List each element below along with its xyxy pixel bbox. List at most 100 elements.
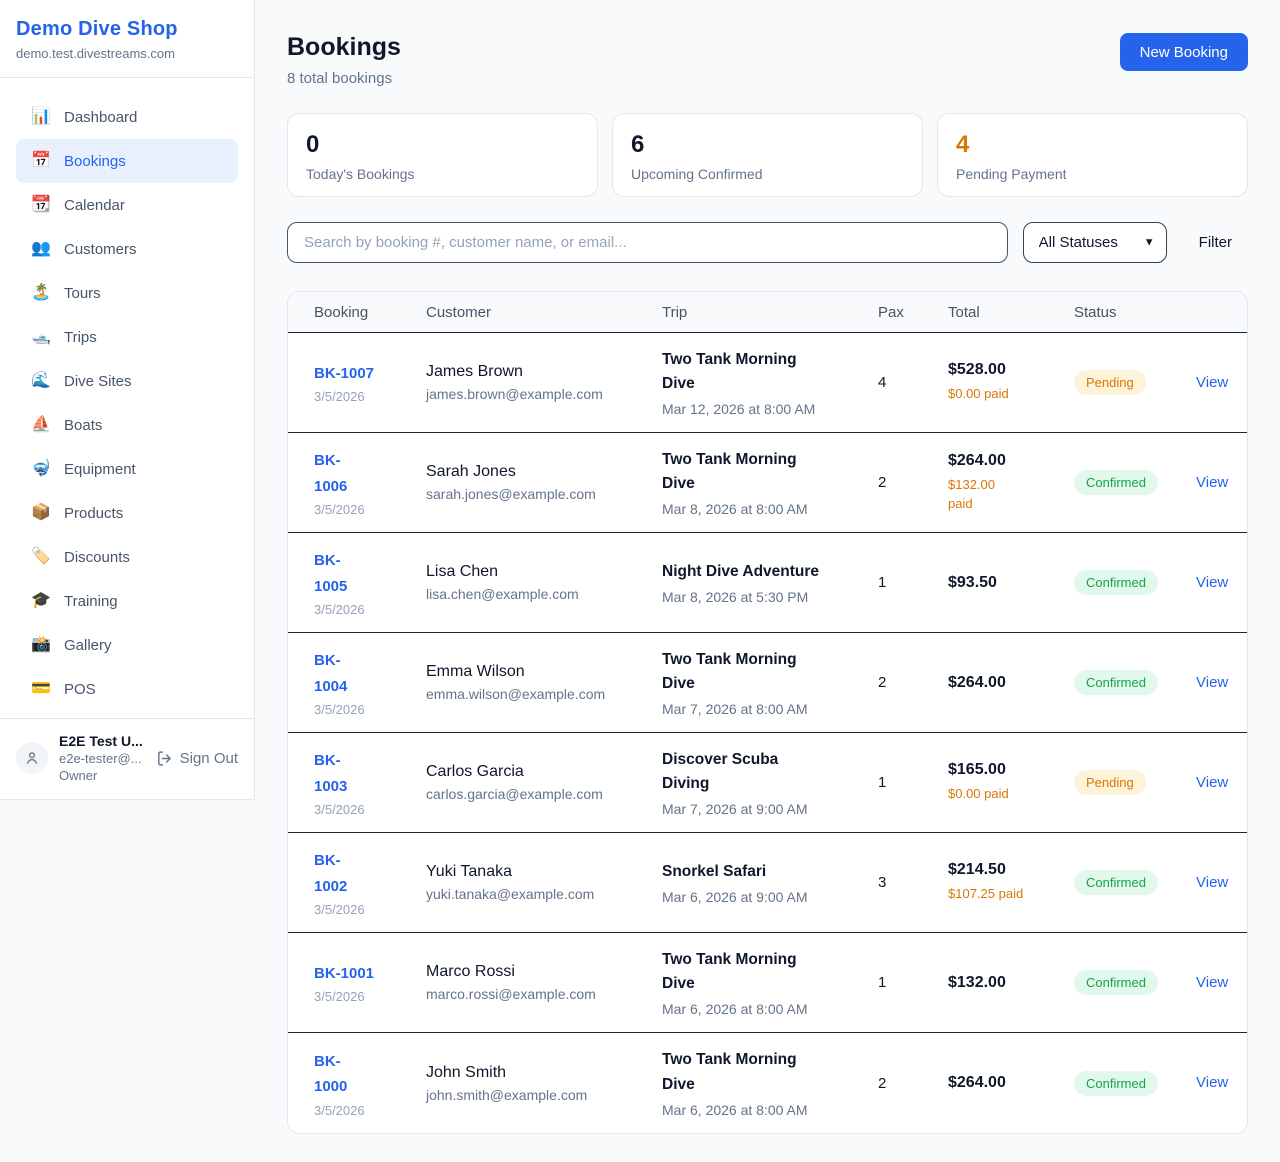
customer-name: Sarah Jones bbox=[426, 463, 662, 481]
table-row: BK- 1005 3/5/2026 Lisa Chen lisa.chen@ex… bbox=[288, 533, 1247, 633]
booking-id-link[interactable]: BK- 1003 bbox=[314, 748, 426, 799]
trip-name: Discover Scuba Diving bbox=[662, 748, 878, 796]
table-row: BK-1007 3/5/2026 James Brown james.brown… bbox=[288, 333, 1247, 433]
credit-card-icon: 💳 bbox=[31, 681, 51, 697]
sidebar-item-label: Products bbox=[64, 505, 123, 522]
booking-id-link[interactable]: BK- 1004 bbox=[314, 648, 426, 699]
sidebar-item-tours[interactable]: 🏝️ Tours bbox=[16, 271, 238, 315]
sidebar-item-calendar[interactable]: 📆 Calendar bbox=[16, 183, 238, 227]
total-amount: $264.00 bbox=[948, 1074, 1074, 1092]
sidebar-item-customers[interactable]: 👥 Customers bbox=[16, 227, 238, 271]
tag-icon: 🏷️ bbox=[31, 549, 51, 565]
sign-out-label: Sign Out bbox=[180, 750, 238, 767]
booking-date: 3/5/2026 bbox=[314, 702, 426, 717]
customer-email: emma.wilson@example.com bbox=[426, 686, 662, 702]
graduation-cap-icon: 🎓 bbox=[31, 593, 51, 609]
booking-date: 3/5/2026 bbox=[314, 502, 426, 517]
booking-date: 3/5/2026 bbox=[314, 989, 426, 1004]
stat-label: Today's Bookings bbox=[306, 166, 579, 182]
booking-id-link[interactable]: BK- 1005 bbox=[314, 548, 426, 599]
booking-date: 3/5/2026 bbox=[314, 389, 426, 404]
status-badge: Confirmed bbox=[1074, 470, 1158, 495]
table-row: BK- 1002 3/5/2026 Yuki Tanaka yuki.tanak… bbox=[288, 833, 1247, 933]
customer-email: yuki.tanaka@example.com bbox=[426, 886, 662, 902]
booking-date: 3/5/2026 bbox=[314, 602, 426, 617]
search-input[interactable] bbox=[287, 222, 1008, 263]
pax-count: 1 bbox=[878, 974, 948, 991]
status-badge: Confirmed bbox=[1074, 870, 1158, 895]
booking-id-link[interactable]: BK- 1000 bbox=[314, 1049, 426, 1100]
trip-datetime: Mar 8, 2026 at 5:30 PM bbox=[662, 589, 878, 605]
sidebar-item-equipment[interactable]: 🤿 Equipment bbox=[16, 447, 238, 491]
trip-name: Snorkel Safari bbox=[662, 860, 878, 884]
pax-count: 2 bbox=[878, 474, 948, 491]
sidebar-header: Demo Dive Shop demo.test.divestreams.com bbox=[0, 0, 254, 78]
total-amount: $528.00 bbox=[948, 361, 1074, 379]
user-email: e2e-tester@... bbox=[59, 751, 143, 766]
sidebar-item-label: Dive Sites bbox=[64, 373, 132, 390]
view-link[interactable]: View bbox=[1196, 674, 1228, 691]
total-amount: $214.50 bbox=[948, 861, 1074, 879]
total-amount: $264.00 bbox=[948, 674, 1074, 692]
stat-card-today-s-bookings: 0 Today's Bookings bbox=[287, 113, 598, 197]
paid-amount: $107.25 paid bbox=[948, 884, 1074, 904]
sidebar-item-discounts[interactable]: 🏷️ Discounts bbox=[16, 535, 238, 579]
sidebar-item-dive-sites[interactable]: 🌊 Dive Sites bbox=[16, 359, 238, 403]
table-row: BK- 1006 3/5/2026 Sarah Jones sarah.jone… bbox=[288, 433, 1247, 533]
avatar bbox=[16, 742, 48, 774]
sidebar-item-label: Trips bbox=[64, 329, 97, 346]
sidebar-item-gallery[interactable]: 📸 Gallery bbox=[16, 623, 238, 667]
pax-count: 3 bbox=[878, 874, 948, 891]
package-icon: 📦 bbox=[31, 505, 51, 521]
main-content: Bookings 8 total bookings New Booking 0 T… bbox=[287, 0, 1248, 1134]
status-filter-select[interactable]: All Statuses bbox=[1023, 222, 1167, 263]
sidebar-item-training[interactable]: 🎓 Training bbox=[16, 579, 238, 623]
view-link[interactable]: View bbox=[1196, 1074, 1228, 1091]
booking-date: 3/5/2026 bbox=[314, 802, 426, 817]
view-link[interactable]: View bbox=[1196, 874, 1228, 891]
sidebar-item-bookings[interactable]: 📅 Bookings bbox=[16, 139, 238, 183]
island-icon: 🏝️ bbox=[31, 285, 51, 301]
booking-id-link[interactable]: BK- 1002 bbox=[314, 848, 426, 899]
trip-datetime: Mar 6, 2026 at 8:00 AM bbox=[662, 1001, 878, 1017]
view-link[interactable]: View bbox=[1196, 774, 1228, 791]
page-subtitle: 8 total bookings bbox=[287, 70, 401, 87]
sidebar-item-label: Calendar bbox=[64, 197, 125, 214]
total-amount: $93.50 bbox=[948, 574, 1074, 592]
customer-email: john.smith@example.com bbox=[426, 1087, 662, 1103]
booking-id-link[interactable]: BK- 1006 bbox=[314, 448, 426, 499]
column-header-customer: Customer bbox=[426, 304, 662, 321]
page-title: Bookings bbox=[287, 33, 401, 62]
sidebar-item-boats[interactable]: ⛵ Boats bbox=[16, 403, 238, 447]
stat-value: 0 bbox=[306, 131, 579, 159]
pax-count: 2 bbox=[878, 1075, 948, 1092]
new-booking-button[interactable]: New Booking bbox=[1120, 33, 1248, 71]
customer-email: carlos.garcia@example.com bbox=[426, 786, 662, 802]
booking-date: 3/5/2026 bbox=[314, 902, 426, 917]
status-badge: Confirmed bbox=[1074, 970, 1158, 995]
customer-name: John Smith bbox=[426, 1064, 662, 1082]
sidebar: Demo Dive Shop demo.test.divestreams.com… bbox=[0, 0, 255, 800]
sidebar-item-label: Customers bbox=[64, 241, 137, 258]
status-badge: Confirmed bbox=[1074, 670, 1158, 695]
filter-button[interactable]: Filter bbox=[1199, 234, 1232, 251]
booking-id-link[interactable]: BK-1001 bbox=[314, 961, 426, 987]
pax-count: 1 bbox=[878, 774, 948, 791]
stat-card-upcoming-confirmed: 6Upcoming Confirmed bbox=[612, 113, 923, 197]
view-link[interactable]: View bbox=[1196, 974, 1228, 991]
status-badge: Pending bbox=[1074, 370, 1146, 395]
sidebar-item-products[interactable]: 📦 Products bbox=[16, 491, 238, 535]
sidebar-item-pos[interactable]: 💳 POS bbox=[16, 667, 238, 711]
sidebar-item-trips[interactable]: 🛥️ Trips bbox=[16, 315, 238, 359]
sidebar-item-dashboard[interactable]: 📊 Dashboard bbox=[16, 95, 238, 139]
view-link[interactable]: View bbox=[1196, 474, 1228, 491]
booking-id-link[interactable]: BK-1007 bbox=[314, 361, 426, 387]
sign-out-button[interactable]: Sign Out bbox=[156, 750, 238, 767]
view-link[interactable]: View bbox=[1196, 374, 1228, 391]
table-row: BK- 1000 3/5/2026 John Smith john.smith@… bbox=[288, 1033, 1247, 1133]
customer-name: Lisa Chen bbox=[426, 563, 662, 581]
stat-label: Pending Payment bbox=[956, 166, 1229, 182]
sidebar-item-label: Gallery bbox=[64, 637, 112, 654]
sidebar-nav: 📊 Dashboard 📅 Bookings 📆 Calendar 👥 Cust… bbox=[0, 78, 254, 728]
view-link[interactable]: View bbox=[1196, 574, 1228, 591]
